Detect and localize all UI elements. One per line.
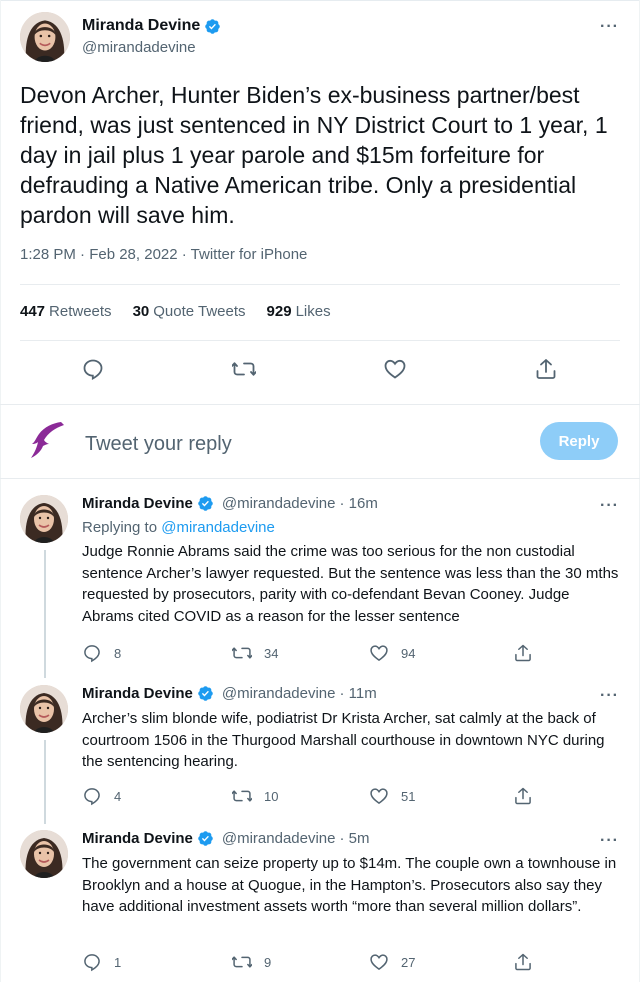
main-actions — [0, 357, 640, 381]
more-icon[interactable]: ··· — [600, 497, 619, 515]
retweet-button[interactable]: 34 — [232, 643, 278, 663]
divider — [0, 404, 640, 405]
avatar-image — [20, 830, 68, 878]
author-handle[interactable]: @mirandadevine — [222, 830, 336, 847]
author-name[interactable]: Miranda Devine — [82, 495, 193, 512]
author-name[interactable]: Miranda Devine — [82, 830, 193, 847]
heart-icon — [369, 952, 389, 972]
avatar-image — [20, 685, 68, 733]
like-count: 94 — [401, 645, 416, 661]
left-border — [0, 0, 1, 982]
author-name[interactable]: Miranda Devine — [82, 685, 193, 702]
timestamp[interactable]: · 16m — [340, 495, 378, 512]
like-button[interactable]: 51 — [369, 786, 415, 806]
retweet-button[interactable]: 10 — [232, 786, 278, 806]
quotes-stat[interactable]: 30 Quote Tweets — [133, 303, 246, 320]
share-icon — [513, 786, 533, 806]
verified-badge-icon — [204, 18, 221, 35]
avatar-image — [20, 12, 70, 62]
reply-input[interactable]: Tweet your reply — [85, 433, 232, 456]
author-handle[interactable]: @mirandadevine — [222, 685, 336, 702]
heart-icon — [369, 643, 389, 663]
share-button[interactable] — [513, 952, 533, 972]
reply-actions: 4 10 51 — [0, 786, 640, 810]
verified-badge-icon — [197, 830, 214, 847]
divider — [0, 478, 640, 479]
reply-actions: 1 9 27 — [0, 952, 640, 976]
reply-text: Judge Ronnie Abrams said the crime was t… — [82, 543, 619, 625]
verified-badge-icon — [197, 685, 214, 702]
reply-icon — [81, 357, 105, 381]
like-count: 51 — [401, 788, 416, 804]
retweets-stat[interactable]: 447 Retweets — [20, 303, 112, 320]
retweet-count: 10 — [264, 788, 279, 804]
avatar-image — [20, 495, 68, 543]
like-button[interactable] — [383, 357, 407, 381]
retweet-count: 9 — [264, 954, 272, 970]
retweet-icon — [232, 952, 252, 972]
timestamp[interactable]: · 11m — [340, 685, 377, 702]
tweet-text: Devon Archer, Hunter Biden’s ex-business… — [20, 82, 608, 228]
thread-connector — [44, 740, 46, 824]
more-icon[interactable]: ··· — [600, 832, 619, 850]
share-icon — [534, 357, 558, 381]
more-icon[interactable]: ··· — [600, 687, 619, 705]
reply-submit-button[interactable]: Reply — [540, 422, 618, 460]
replying-to-link[interactable]: @mirandadevine — [161, 519, 275, 536]
retweet-icon — [232, 786, 252, 806]
share-icon — [513, 952, 533, 972]
reply-icon — [82, 643, 102, 663]
tweet-meta[interactable]: 1:28 PM · Feb 28, 2022 · Twitter for iPh… — [20, 246, 307, 263]
reply-button[interactable]: 4 — [82, 786, 121, 806]
author-handle[interactable]: @mirandadevine — [222, 495, 336, 512]
author-handle[interactable]: @mirandadevine — [82, 39, 196, 56]
reply-icon — [82, 786, 102, 806]
share-button[interactable] — [513, 786, 533, 806]
reply-button[interactable]: 1 — [82, 952, 121, 972]
divider — [20, 340, 620, 341]
reply-actions: 8 34 94 — [0, 643, 640, 667]
retweet-icon — [232, 643, 252, 663]
heart-icon — [383, 357, 407, 381]
reply-header: Miranda Devine @mirandadevine · 16m — [82, 495, 378, 512]
share-button[interactable] — [534, 357, 558, 381]
like-button[interactable]: 94 — [369, 643, 415, 663]
reply-text: The government can seize property up to … — [82, 855, 617, 915]
reply-count: 1 — [114, 954, 122, 970]
reply-button[interactable] — [81, 357, 105, 381]
author-row: Miranda Devine — [82, 17, 221, 35]
divider — [20, 284, 620, 285]
author-name[interactable]: Miranda Devine — [82, 17, 200, 35]
share-icon — [513, 643, 533, 663]
like-count: 27 — [401, 954, 416, 970]
likes-stat[interactable]: 929 Likes — [267, 303, 331, 320]
like-button[interactable]: 27 — [369, 952, 415, 972]
avatar[interactable] — [20, 685, 68, 733]
replying-to: Replying to @mirandadevine — [82, 519, 275, 536]
reply-button[interactable]: 8 — [82, 643, 121, 663]
avatar[interactable] — [20, 495, 68, 543]
more-icon[interactable]: ··· — [600, 18, 619, 36]
reply-header: Miranda Devine @mirandadevine · 5m — [82, 830, 370, 847]
reply-count: 4 — [114, 788, 122, 804]
tweet-stats: 447 Retweets 30 Quote Tweets 929 Likes — [20, 303, 331, 320]
top-border — [0, 0, 640, 1]
reply-text: Archer’s slim blonde wife, podiatrist Dr… — [82, 710, 605, 770]
reply-icon — [82, 952, 102, 972]
heart-icon — [369, 786, 389, 806]
share-button[interactable] — [513, 643, 533, 663]
timestamp[interactable]: · 5m — [340, 830, 370, 847]
dolphin-logo-icon — [31, 422, 64, 458]
retweet-button[interactable] — [232, 357, 256, 381]
reply-composer: Tweet your reply Reply — [0, 406, 640, 476]
avatar[interactable] — [20, 830, 68, 878]
verified-badge-icon — [197, 495, 214, 512]
replying-prefix: Replying to — [82, 519, 158, 536]
retweet-icon — [232, 357, 256, 381]
retweet-count: 34 — [264, 645, 279, 661]
avatar[interactable] — [20, 12, 70, 62]
reply-header: Miranda Devine @mirandadevine · 11m — [82, 685, 377, 702]
reply-count: 8 — [114, 645, 122, 661]
retweet-button[interactable]: 9 — [232, 952, 271, 972]
